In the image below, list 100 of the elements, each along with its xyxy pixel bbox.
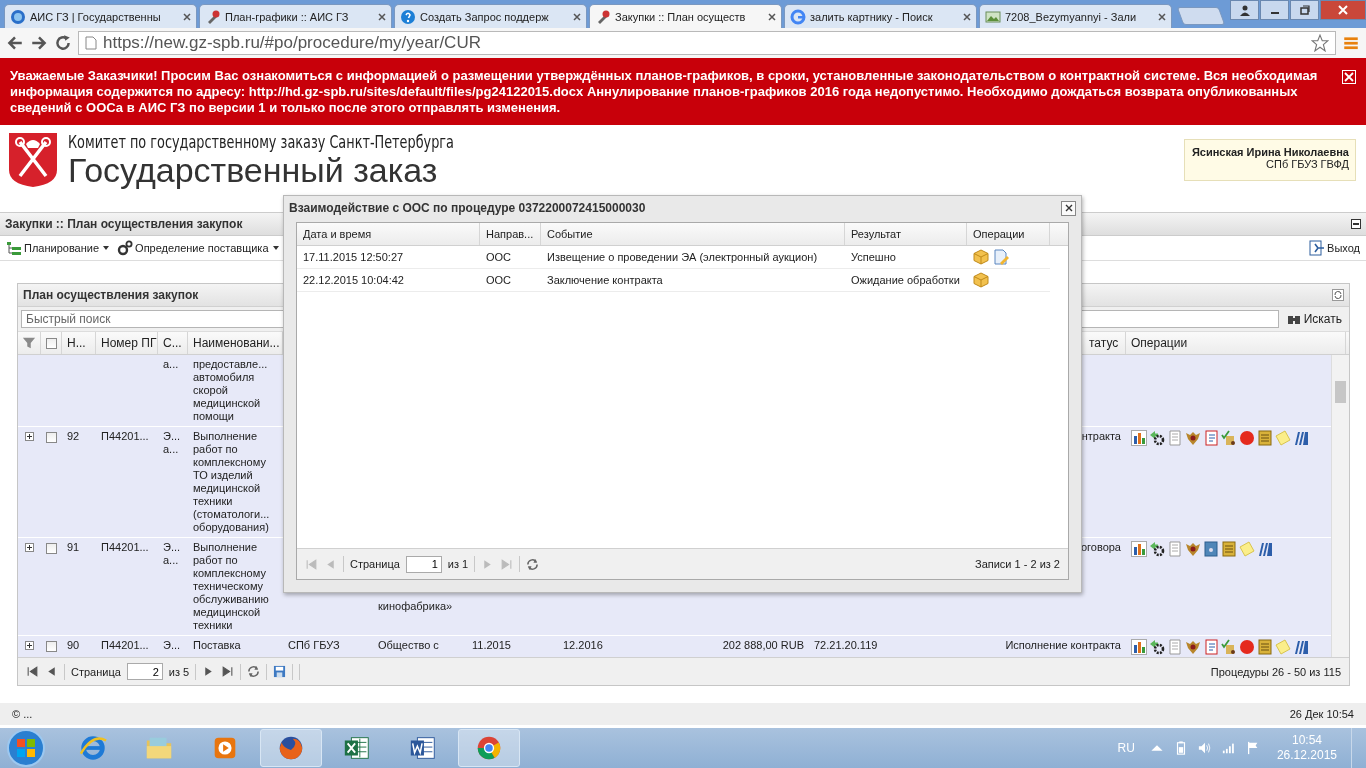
column-header[interactable]: Результат — [845, 223, 967, 245]
edit-icon[interactable] — [993, 249, 1009, 265]
table-cell: Исполнение контракта — [1005, 639, 1121, 651]
record-summary: Записи 1 - 2 из 2 — [975, 558, 1060, 570]
browser-tab[interactable]: Закупки :: План осуществ — [589, 4, 782, 28]
column-header[interactable]: Направ... — [480, 223, 541, 245]
table-cell: предоставле... автомобиля скорой медицинской помощи — [193, 358, 268, 422]
gear-icon[interactable] — [1149, 541, 1165, 557]
close-tab-icon[interactable] — [378, 12, 386, 21]
close-tab-icon[interactable] — [1158, 12, 1166, 21]
record-icon[interactable] — [1239, 639, 1255, 655]
table-cell-text: 17.11.2015 12:50:27 — [302, 251, 405, 263]
emblem-icon[interactable] — [1185, 639, 1201, 655]
emblem-icon[interactable] — [1185, 430, 1201, 446]
column-header[interactable]: Номер ПГ — [96, 332, 158, 354]
grid-title: План осуществления закупок — [23, 288, 199, 302]
close-icon[interactable] — [1061, 200, 1076, 216]
table-cell: 91 — [67, 541, 80, 553]
browser-tab[interactable]: План-графики :: АИС ГЗ — [199, 4, 392, 28]
table-cell-text: Заключение контракта — [546, 274, 664, 286]
emblem-icon[interactable] — [1185, 541, 1201, 557]
address-field[interactable]: https://new.gz-spb.ru/#po/procedure/my/year/CUR — [78, 31, 1336, 55]
collapse-icon[interactable] — [1351, 219, 1361, 229]
page-field[interactable]: 2 — [126, 663, 163, 680]
notice-text: Уважаемые Заказчики! Просим Вас ознакомиться с информацией о размещении утверждённых планов-графиков, в сроки, установленные законодательством о контрактной системе. Вся необходимая информация содержится по адресу: http://hd.gz-spb.ru/sites/default/files/pg24122015.docx Аннулирование планов-графиков 2016 года недопустимо. Необходимо дождаться возврата опубликованных сведений с ООСа в АИС ГЗ по версии 1 и только после этого отправлять изменения. — [10, 68, 1319, 116]
binoculars-icon — [1286, 313, 1301, 325]
scroll-icon[interactable] — [1257, 430, 1273, 446]
browser-tab[interactable]: залить картнику - Поиск — [784, 4, 977, 28]
start-button[interactable] — [6, 728, 46, 768]
table-cell: 202 888,00 RUB — [722, 639, 804, 651]
select-all-checkbox[interactable] — [45, 337, 57, 349]
column-header[interactable]: Операции — [967, 223, 1050, 245]
close-tab-icon[interactable] — [573, 12, 581, 21]
books-icon[interactable] — [1293, 639, 1309, 655]
chart-icon[interactable] — [1131, 541, 1147, 557]
image-icon — [985, 8, 1001, 25]
search-button[interactable]: Искать — [1282, 312, 1346, 326]
table-cell: П44201... — [101, 639, 149, 651]
menu-button[interactable]: Планирование — [4, 238, 112, 258]
table-cell: Поставка — [193, 639, 241, 651]
record-summary: Процедуры 26 - 50 из 115 — [1210, 665, 1341, 678]
checkmark-icon[interactable] — [1221, 430, 1237, 446]
user-icon[interactable] — [1230, 0, 1259, 20]
gear-icon[interactable] — [1149, 430, 1165, 446]
scrollbar[interactable] — [1331, 355, 1349, 657]
gear-icon[interactable] — [1149, 639, 1165, 655]
forward-icon[interactable] — [30, 34, 48, 52]
save-icon[interactable] — [273, 665, 287, 678]
expand-icon[interactable] — [25, 543, 34, 552]
close-tab-icon[interactable] — [963, 12, 971, 21]
column-header[interactable]: Н... — [62, 332, 96, 354]
table-cell: 90 — [67, 639, 80, 651]
box-icon[interactable] — [973, 249, 989, 265]
browser-tab[interactable]: АИС ГЗ | Государственны — [4, 4, 197, 28]
box-icon[interactable] — [973, 272, 989, 288]
scroll-icon[interactable] — [1257, 639, 1273, 655]
books-icon[interactable] — [1257, 541, 1273, 557]
menu-icon[interactable] — [1342, 34, 1360, 52]
organization-name: Комитет по государственному заказу Санкт-Петербурга — [68, 132, 454, 152]
expand-icon[interactable] — [25, 641, 34, 650]
minimize-icon[interactable] — [1260, 0, 1289, 20]
column-header[interactable]: Операции — [1126, 332, 1346, 354]
expand-icon[interactable] — [25, 432, 34, 441]
row-checkbox[interactable] — [46, 543, 57, 554]
row-checkbox[interactable] — [46, 641, 57, 652]
table-cell: СПб ГБУЗ — [288, 639, 340, 651]
refresh-icon[interactable] — [247, 665, 261, 678]
lock-icon[interactable] — [1203, 541, 1219, 557]
refresh-icon[interactable] — [526, 557, 540, 571]
page-count: из 5 — [168, 665, 190, 678]
checkmark-icon[interactable] — [1221, 639, 1237, 655]
chart-icon[interactable] — [1131, 430, 1147, 446]
close-window-icon[interactable] — [1320, 0, 1366, 20]
column-header[interactable]: Событие — [541, 223, 845, 245]
column-header[interactable]: Дата и время — [297, 223, 480, 245]
column-header[interactable]: С... — [158, 332, 188, 354]
row-checkbox[interactable] — [46, 432, 57, 443]
scroll-icon[interactable] — [1221, 541, 1237, 557]
books-icon[interactable] — [1293, 430, 1309, 446]
reload-icon[interactable] — [54, 34, 72, 52]
back-icon[interactable] — [6, 34, 24, 52]
table-cell: 11.2015 — [472, 639, 511, 651]
menu-button[interactable]: Определение поставщика — [115, 238, 281, 258]
last-page-icon[interactable] — [221, 665, 235, 678]
browser-tab[interactable]: 7208_Bezymyannyi - Зали — [979, 4, 1172, 28]
chart-icon[interactable] — [1131, 639, 1147, 655]
taskbar-app[interactable] — [458, 729, 520, 767]
previous-page-icon[interactable] — [45, 665, 58, 678]
restore-icon[interactable] — [1290, 0, 1319, 20]
search-logo-icon — [790, 8, 806, 25]
taskbar-app[interactable] — [260, 729, 322, 767]
close-tab-icon[interactable] — [768, 12, 776, 21]
record-icon[interactable] — [1239, 430, 1255, 446]
browser-tab[interactable]: Создать Запрос поддерж — [394, 4, 587, 28]
bookmark-star-icon[interactable] — [1311, 34, 1329, 52]
first-page-icon[interactable] — [26, 665, 39, 678]
refresh-icon[interactable] — [1332, 289, 1344, 301]
exit-button[interactable]: Выход — [1307, 238, 1362, 258]
page-field[interactable]: 1 — [405, 555, 442, 573]
close-tab-icon[interactable] — [183, 12, 191, 21]
